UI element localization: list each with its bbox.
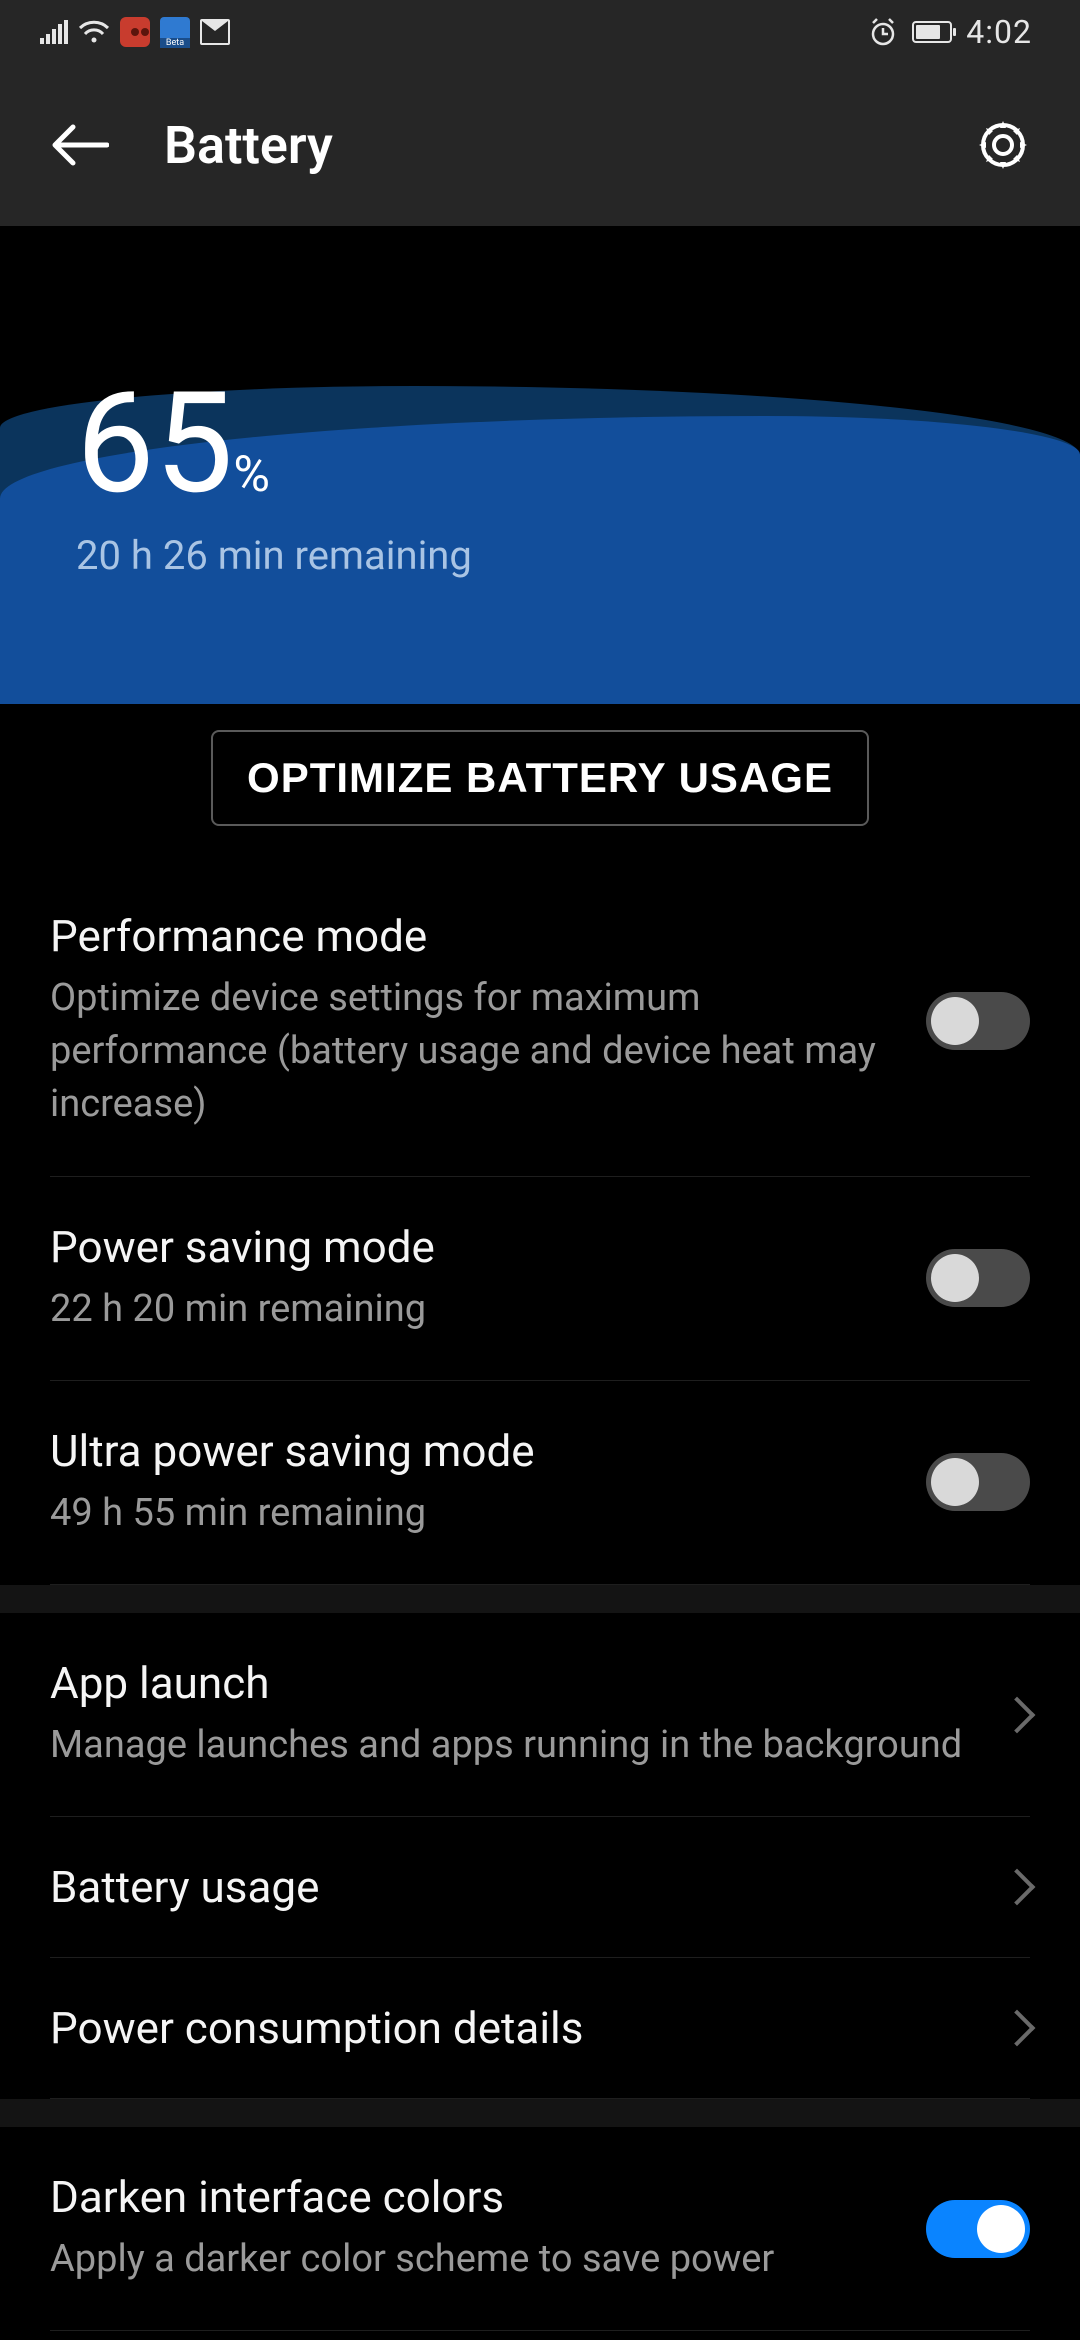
item-title: Performance mode bbox=[50, 910, 886, 962]
battery-percent: 65 bbox=[76, 374, 233, 514]
item-subtitle: 49 h 55 min remaining bbox=[50, 1487, 886, 1540]
signal-icon bbox=[40, 20, 68, 44]
item-title: Power consumption details bbox=[50, 2002, 964, 2054]
item-performance-mode[interactable]: Performance mode Optimize device setting… bbox=[50, 866, 1030, 1177]
content: 65% 20 h 26 min remaining OPTIMIZE BATTE… bbox=[0, 226, 1080, 2340]
item-title: Power saving mode bbox=[50, 1221, 886, 1273]
item-title: App launch bbox=[50, 1657, 964, 1709]
item-title: Ultra power saving mode bbox=[50, 1425, 886, 1477]
toggle-ultra-power-saving-mode[interactable] bbox=[926, 1453, 1030, 1511]
item-power-consumption-details[interactable]: Power consumption details bbox=[50, 1958, 1030, 2099]
toggle-power-saving-mode[interactable] bbox=[926, 1249, 1030, 1307]
hero-text: 65% 20 h 26 min remaining bbox=[76, 374, 472, 579]
status-right: 4:02 bbox=[868, 13, 1032, 51]
back-button[interactable] bbox=[44, 110, 114, 180]
settings-group-modes: Performance mode Optimize device setting… bbox=[0, 866, 1080, 2340]
item-subtitle: Optimize device settings for maximum per… bbox=[50, 972, 886, 1132]
chevron-right-icon bbox=[999, 1869, 1036, 1906]
item-wireless-reverse-charging[interactable]: Wireless reverse charging bbox=[50, 2331, 1030, 2340]
notification-icon-red bbox=[120, 17, 150, 47]
wifi-icon bbox=[78, 20, 110, 44]
battery-remaining: 20 h 26 min remaining bbox=[76, 532, 472, 579]
item-title: Darken interface colors bbox=[50, 2171, 886, 2223]
arrow-left-icon bbox=[49, 121, 109, 169]
item-subtitle: Manage launches and apps running in the … bbox=[50, 1719, 964, 1772]
status-time: 4:02 bbox=[966, 13, 1032, 51]
alarm-icon bbox=[868, 17, 898, 47]
item-app-launch[interactable]: App launch Manage launches and apps runn… bbox=[50, 1613, 1030, 1817]
settings-button[interactable] bbox=[970, 112, 1036, 178]
item-ultra-power-saving-mode[interactable]: Ultra power saving mode 49 h 55 min rema… bbox=[50, 1381, 1030, 1585]
mail-icon bbox=[200, 19, 230, 45]
item-battery-usage[interactable]: Battery usage bbox=[50, 1817, 1030, 1958]
battery-icon bbox=[912, 21, 952, 43]
toggle-darken-interface[interactable] bbox=[926, 2200, 1030, 2258]
item-subtitle: 22 h 20 min remaining bbox=[50, 1283, 886, 1336]
item-power-saving-mode[interactable]: Power saving mode 22 h 20 min remaining bbox=[50, 1177, 1030, 1381]
page-title: Battery bbox=[164, 115, 333, 176]
percent-sign: % bbox=[233, 446, 270, 504]
app-bar: Battery bbox=[0, 64, 1080, 226]
notification-icon-blue bbox=[160, 17, 190, 47]
item-darken-interface-colors[interactable]: Darken interface colors Apply a darker c… bbox=[50, 2127, 1030, 2331]
gear-icon bbox=[975, 117, 1031, 173]
chevron-right-icon bbox=[999, 1696, 1036, 1733]
status-left bbox=[40, 17, 230, 47]
chevron-right-icon bbox=[999, 2010, 1036, 2047]
item-title: Battery usage bbox=[50, 1861, 964, 1913]
optimize-row: OPTIMIZE BATTERY USAGE bbox=[0, 704, 1080, 866]
battery-hero[interactable]: 65% 20 h 26 min remaining bbox=[0, 226, 1080, 704]
status-bar: 4:02 bbox=[0, 0, 1080, 64]
optimize-battery-button[interactable]: OPTIMIZE BATTERY USAGE bbox=[211, 730, 869, 826]
item-subtitle: Apply a darker color scheme to save powe… bbox=[50, 2233, 886, 2286]
group-divider bbox=[0, 2099, 1080, 2127]
group-divider bbox=[0, 1585, 1080, 1613]
toggle-performance-mode[interactable] bbox=[926, 992, 1030, 1050]
